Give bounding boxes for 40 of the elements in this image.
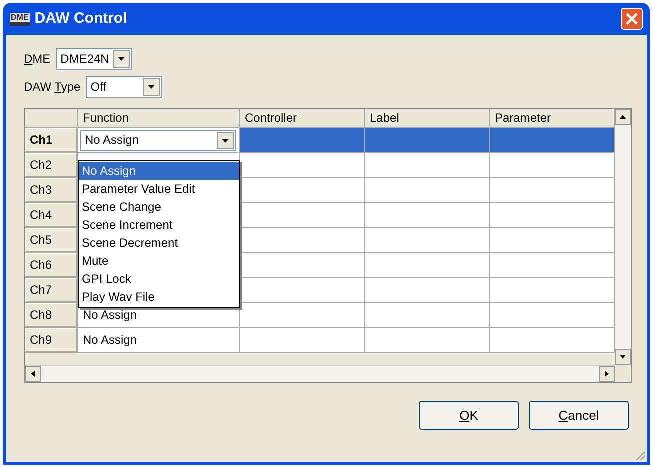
combo-box[interactable]: Off <box>86 76 162 98</box>
dropdown-option[interactable]: Mute <box>79 252 239 270</box>
scroll-up-icon[interactable] <box>615 109 631 125</box>
combo-box[interactable]: DME24N <box>56 48 132 70</box>
close-button[interactable] <box>621 8 643 30</box>
dropdown-option[interactable]: Play Wav File <box>79 288 239 306</box>
dropdown-option[interactable]: Scene Decrement <box>79 234 239 252</box>
scroll-left-icon[interactable] <box>25 366 41 382</box>
dropdown-option[interactable]: GPI Lock <box>79 270 239 288</box>
horizontal-scrollbar[interactable] <box>25 365 615 382</box>
resize-grip-icon[interactable] <box>634 449 646 461</box>
window-title: DAW Control <box>34 8 128 29</box>
dropdown-option[interactable]: No Assign <box>79 162 239 180</box>
combo-box[interactable]: No Assign <box>80 130 236 150</box>
app-icon: DME <box>10 12 30 26</box>
field-label: DAW Type <box>24 79 81 96</box>
scroll-down-icon[interactable] <box>615 349 631 365</box>
column-header[interactable]: Label <box>365 109 490 128</box>
vertical-scrollbar[interactable] <box>615 109 631 365</box>
dialog-button[interactable]: OK <box>419 401 519 430</box>
column-header[interactable]: Function <box>78 109 240 128</box>
dropdown-option[interactable]: Parameter Value Edit <box>79 180 239 198</box>
row-header[interactable]: Ch8 <box>25 303 78 328</box>
row-header[interactable]: Ch1 <box>25 128 78 153</box>
field-label: DME <box>24 51 51 68</box>
row-header[interactable]: Ch6 <box>25 253 78 278</box>
scroll-right-icon[interactable] <box>599 366 615 382</box>
table-cell: No Assign <box>78 328 240 353</box>
row-header[interactable]: Ch4 <box>25 203 78 228</box>
row-header[interactable]: Ch9 <box>25 328 78 353</box>
dropdown-option[interactable]: Scene Change <box>79 198 239 216</box>
column-header[interactable]: Parameter <box>490 109 615 128</box>
dropdown-option[interactable]: Scene Increment <box>79 216 239 234</box>
column-header[interactable]: Controller <box>240 109 365 128</box>
row-header[interactable]: Ch7 <box>25 278 78 303</box>
dialog-button[interactable]: Cancel <box>529 401 629 430</box>
row-header[interactable]: Ch3 <box>25 178 78 203</box>
row-header[interactable]: Ch2 <box>25 153 78 178</box>
close-icon[interactable] <box>626 13 638 25</box>
row-header[interactable]: Ch5 <box>25 228 78 253</box>
